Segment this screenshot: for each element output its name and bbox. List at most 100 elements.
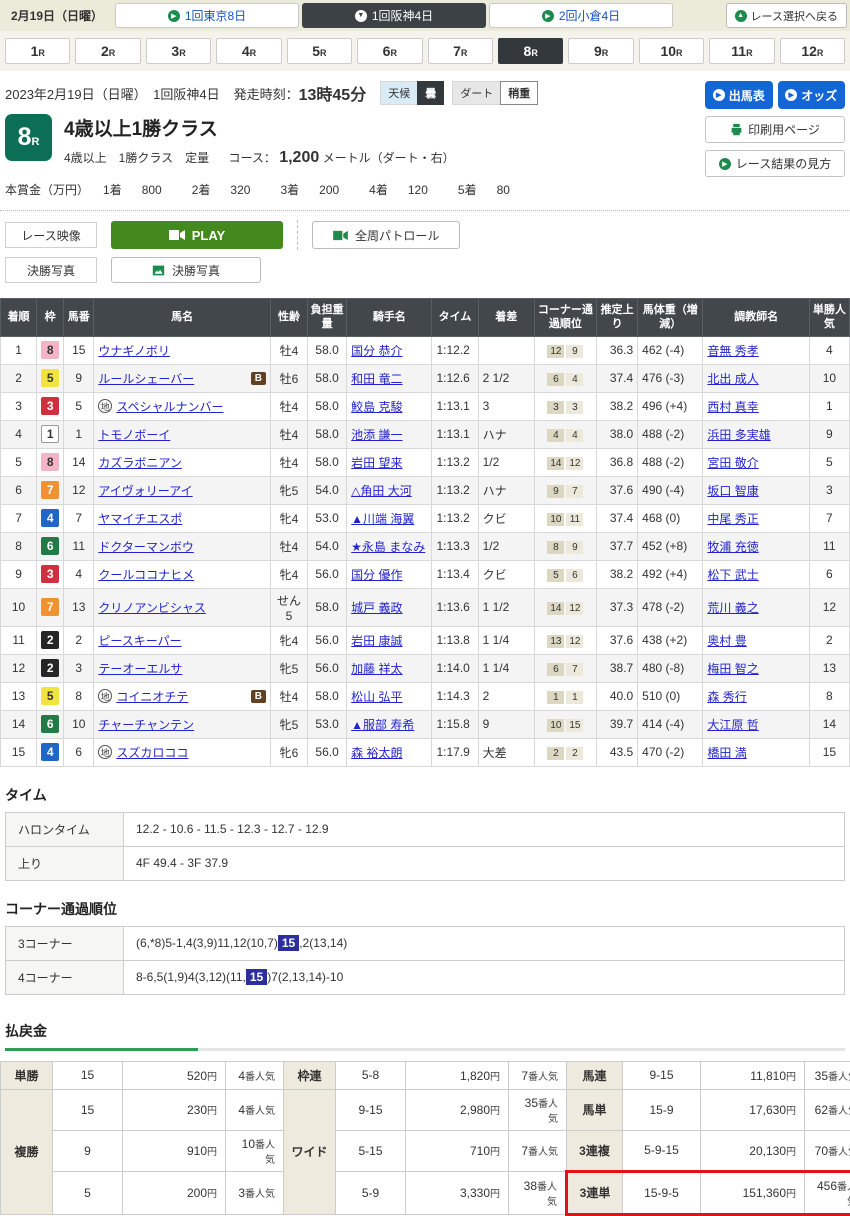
meeting-tab-hanshin[interactable]: ▼ 1回阪神4日 <box>302 3 486 28</box>
meeting-tab-tokyo[interactable]: ▶ 1回東京8日 <box>115 3 299 28</box>
jockey-link[interactable]: △角田 大河 <box>351 484 412 498</box>
horse-name-cell: 地スズカロココ <box>94 738 271 766</box>
horse-name-link[interactable]: コイニオチテ <box>116 688 188 705</box>
jockey-cell: ▲服部 寿希 <box>347 710 432 738</box>
trainer-link[interactable]: 森 秀行 <box>707 690 746 704</box>
frame-cell: 6 <box>37 532 64 560</box>
jockey-link[interactable]: 岩田 望来 <box>351 456 402 470</box>
trainer-link[interactable]: 音無 秀孝 <box>707 344 758 358</box>
race-tab-4r[interactable]: 4R <box>216 38 281 64</box>
race-tab-6r[interactable]: 6R <box>357 38 422 64</box>
trainer-link[interactable]: 梅田 智之 <box>707 662 758 676</box>
patrol-video-button[interactable]: 全周パトロール <box>312 221 460 249</box>
finish-position: 2 <box>1 364 37 392</box>
last-time-value: 4F 49.4 - 3F 37.9 <box>124 846 845 880</box>
race-tab-5r[interactable]: 5R <box>287 38 352 64</box>
last-3f: 39.7 <box>597 710 638 738</box>
trainer-link[interactable]: 坂口 智康 <box>707 484 758 498</box>
carried-weight: 56.0 <box>308 560 347 588</box>
corner3-position: 4 <box>547 429 564 442</box>
jockey-link[interactable]: ★永島 まなみ <box>351 540 425 554</box>
horse-name-link[interactable]: ヤマイチエスポ <box>98 510 182 527</box>
race-tab-1r[interactable]: 1R <box>5 38 70 64</box>
corner3-position: 9 <box>547 485 564 498</box>
corner4-position: 11 <box>566 513 583 526</box>
jockey-link[interactable]: 鮫島 克駿 <box>351 400 402 414</box>
result-row-7: 747ヤマイチエスポ牝453.0▲川端 海翼1:13.2クビ101137.446… <box>1 504 850 532</box>
race-tab-3r[interactable]: 3R <box>146 38 211 64</box>
trainer-link[interactable]: 宮田 敬介 <box>707 456 758 470</box>
payout-combination: 5-15 <box>336 1130 406 1171</box>
odds-button[interactable]: ▶ オッズ <box>778 81 846 109</box>
horse-name-link[interactable]: クリノアンビシャス <box>98 599 206 616</box>
trainer-link[interactable]: 大江原 哲 <box>707 718 758 732</box>
trainer-link[interactable]: 西村 真幸 <box>707 400 758 414</box>
results-column-header: 馬名 <box>94 299 271 337</box>
back-to-race-select-button[interactable]: ▲ レース選択へ戻る <box>726 3 847 28</box>
payout-bet-type: 馬単 <box>567 1089 623 1130</box>
margin: 1 1/4 <box>478 654 534 682</box>
meeting-tab-kokura[interactable]: ▶ 2回小倉4日 <box>489 3 673 28</box>
race-tab-7r[interactable]: 7R <box>428 38 493 64</box>
trainer-link[interactable]: 荒川 義之 <box>707 601 758 615</box>
trainer-link[interactable]: 橋田 満 <box>707 746 746 760</box>
finish-photo-button[interactable]: 決勝写真 <box>111 257 261 283</box>
payout-amount: 200円 <box>123 1171 226 1214</box>
corner4-position: 4 <box>566 429 583 442</box>
horse-name-link[interactable]: スペシャルナンバー <box>116 398 223 415</box>
horse-name-link[interactable]: ウナギノボリ <box>98 342 170 359</box>
jockey-link[interactable]: 池添 謙一 <box>351 428 402 442</box>
horse-name-link[interactable]: スズカロココ <box>116 744 188 761</box>
jockey-link[interactable]: 加藤 祥太 <box>351 662 402 676</box>
trainer-link[interactable]: 松下 武士 <box>707 568 758 582</box>
trainer-link[interactable]: 北出 成人 <box>707 372 758 386</box>
horse-name-link[interactable]: チャーチャンテン <box>98 716 194 733</box>
jockey-cell: ★永島 まなみ <box>347 532 432 560</box>
jockey-link[interactable]: 松山 弘平 <box>351 690 402 704</box>
horse-name-link[interactable]: ドクターマンボウ <box>98 538 194 555</box>
corner4-position: 6 <box>566 569 583 582</box>
frame-badge: 7 <box>41 481 59 499</box>
jockey-link[interactable]: 和田 竜二 <box>351 372 402 386</box>
result-row-6: 6712アイヴォリーアイ牝554.0△角田 大河1:13.2ハナ9737.649… <box>1 476 850 504</box>
payout-combination: 5-8 <box>336 1061 406 1089</box>
jockey-link[interactable]: 城戸 義政 <box>351 601 402 615</box>
horse-name-link[interactable]: カズラボニアン <box>98 454 182 471</box>
jockey-link[interactable]: 岩田 康誠 <box>351 634 402 648</box>
horse-name-link[interactable]: アイヴォリーアイ <box>98 482 192 499</box>
print-page-button[interactable]: 印刷用ページ <box>705 116 845 143</box>
frame-cell: 6 <box>37 710 64 738</box>
jockey-link[interactable]: ▲服部 寿希 <box>351 718 414 732</box>
finish-position: 13 <box>1 682 37 710</box>
corner3-position: 6 <box>547 373 564 386</box>
horse-name-cell: クリノアンビシャス <box>94 588 271 626</box>
result-row-11: 1122ピースキーパー牝456.0岩田 康誠1:13.81 1/4131237.… <box>1 626 850 654</box>
jockey-link[interactable]: ▲川端 海翼 <box>351 512 414 526</box>
race-tab-10r[interactable]: 10R <box>639 38 704 64</box>
horse-name-link[interactable]: ピースキーパー <box>98 632 181 649</box>
race-tab-9r[interactable]: 9R <box>568 38 633 64</box>
race-tab-8r[interactable]: 8R <box>498 38 563 64</box>
jockey-link[interactable]: 森 裕太朗 <box>351 746 402 760</box>
trainer-link[interactable]: 浜田 多実雄 <box>707 428 770 442</box>
frame-badge: 2 <box>41 631 59 649</box>
payout-amount: 151,360円 <box>701 1171 805 1214</box>
trainer-cell: 牧浦 充徳 <box>703 532 809 560</box>
trainer-link[interactable]: 奥村 豊 <box>707 634 746 648</box>
horse-name-link[interactable]: ルールシェーバー <box>98 370 194 387</box>
jockey-link[interactable]: 国分 優作 <box>351 568 402 582</box>
race-tab-11r[interactable]: 11R <box>709 38 774 64</box>
horse-name-link[interactable]: クールココナヒメ <box>98 566 194 583</box>
jockey-link[interactable]: 国分 恭介 <box>351 344 402 358</box>
results-guide-button[interactable]: ▶ レース結果の見方 <box>705 150 845 177</box>
trainer-link[interactable]: 牧浦 充徳 <box>707 540 758 554</box>
trainer-link[interactable]: 中尾 秀正 <box>707 512 758 526</box>
horse-name-link[interactable]: トモノボーイ <box>98 426 170 443</box>
body-weight: 452 (+8) <box>638 532 703 560</box>
entries-button[interactable]: ▶ 出馬表 <box>705 81 773 109</box>
horse-name-link[interactable]: テーオーエルサ <box>98 660 182 677</box>
carried-weight: 56.0 <box>308 626 347 654</box>
play-video-button[interactable]: PLAY <box>111 221 283 249</box>
race-tab-2r[interactable]: 2R <box>75 38 140 64</box>
race-tab-12r[interactable]: 12R <box>780 38 845 64</box>
